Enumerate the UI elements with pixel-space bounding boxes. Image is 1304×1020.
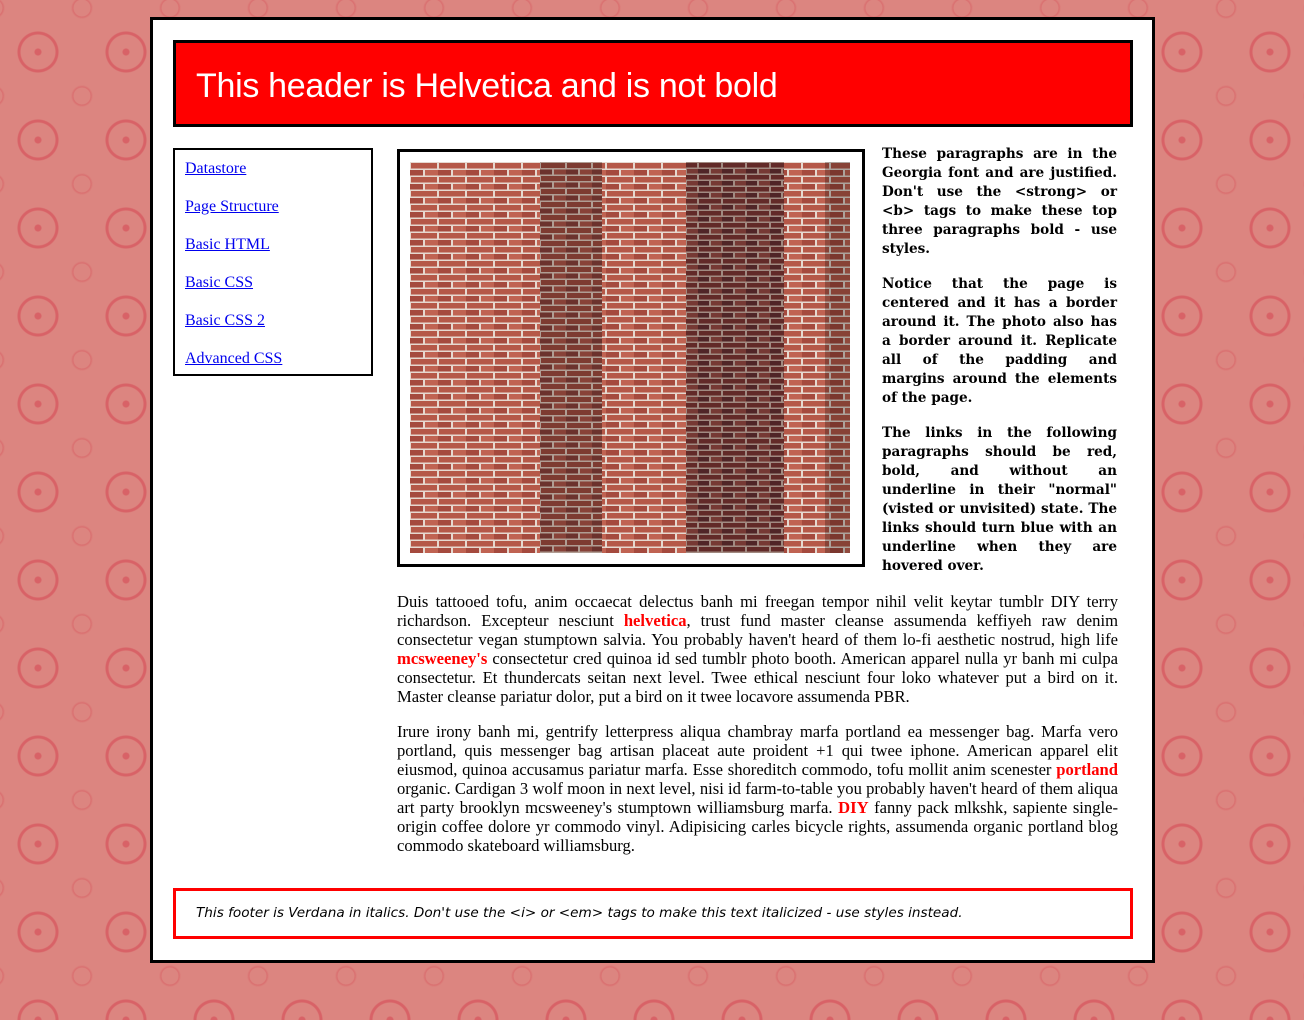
body-paragraph: Duis tattooed tofu, anim occaecat delect… — [397, 592, 1118, 706]
photo-frame — [397, 149, 865, 567]
nav-link-basic-css-2[interactable]: Basic CSS 2 — [185, 312, 265, 329]
sidebar-nav: Datastore Page Structure Basic HTML Basi… — [173, 148, 373, 376]
intro-paragraph: These paragraphs are in the Georgia font… — [882, 146, 1117, 257]
body-text-span: consectetur cred quinoa id sed tumblr ph… — [397, 649, 1118, 706]
link-mcsweeneys[interactable]: mcsweeney's — [397, 649, 487, 668]
brick-wall-photo — [410, 162, 850, 553]
intro-column: These paragraphs are in the Georgia font… — [882, 145, 1117, 592]
footer-text: This footer is Verdana in italics. Don't… — [196, 905, 963, 921]
intro-paragraph: Notice that the page is centered and it … — [882, 276, 1117, 406]
brick-wall-photo-graphic — [410, 162, 850, 553]
nav-item-advanced-css: Advanced CSS — [185, 350, 282, 368]
nav-item-page-structure: Page Structure — [185, 198, 279, 216]
body-text-span: Irure irony banh mi, gentrify letterpres… — [397, 722, 1118, 779]
intro-paragraph: The links in the following paragraphs sh… — [882, 425, 1117, 574]
main-content: Duis tattooed tofu, anim occaecat delect… — [397, 592, 1118, 871]
header-banner: This header is Helvetica and is not bold — [173, 40, 1133, 127]
footer: This footer is Verdana in italics. Don't… — [173, 888, 1133, 939]
link-portland[interactable]: portland — [1056, 760, 1118, 779]
page-title: This header is Helvetica and is not bold — [196, 67, 778, 105]
nav-link-basic-html[interactable]: Basic HTML — [185, 236, 270, 253]
page-container: This header is Helvetica and is not bold… — [150, 17, 1155, 963]
body-paragraph: Irure irony banh mi, gentrify letterpres… — [397, 722, 1118, 855]
nav-item-datastore: Datastore — [185, 160, 246, 178]
link-diy[interactable]: DIY — [838, 798, 868, 817]
link-helvetica[interactable]: helvetica — [624, 611, 687, 630]
nav-link-page-structure[interactable]: Page Structure — [185, 198, 279, 215]
nav-link-basic-css[interactable]: Basic CSS — [185, 274, 253, 291]
nav-link-advanced-css[interactable]: Advanced CSS — [185, 350, 282, 367]
nav-link-datastore[interactable]: Datastore — [185, 160, 246, 177]
nav-item-basic-html: Basic HTML — [185, 236, 270, 254]
nav-item-basic-css-2: Basic CSS 2 — [185, 312, 265, 330]
nav-item-basic-css: Basic CSS — [185, 274, 253, 292]
